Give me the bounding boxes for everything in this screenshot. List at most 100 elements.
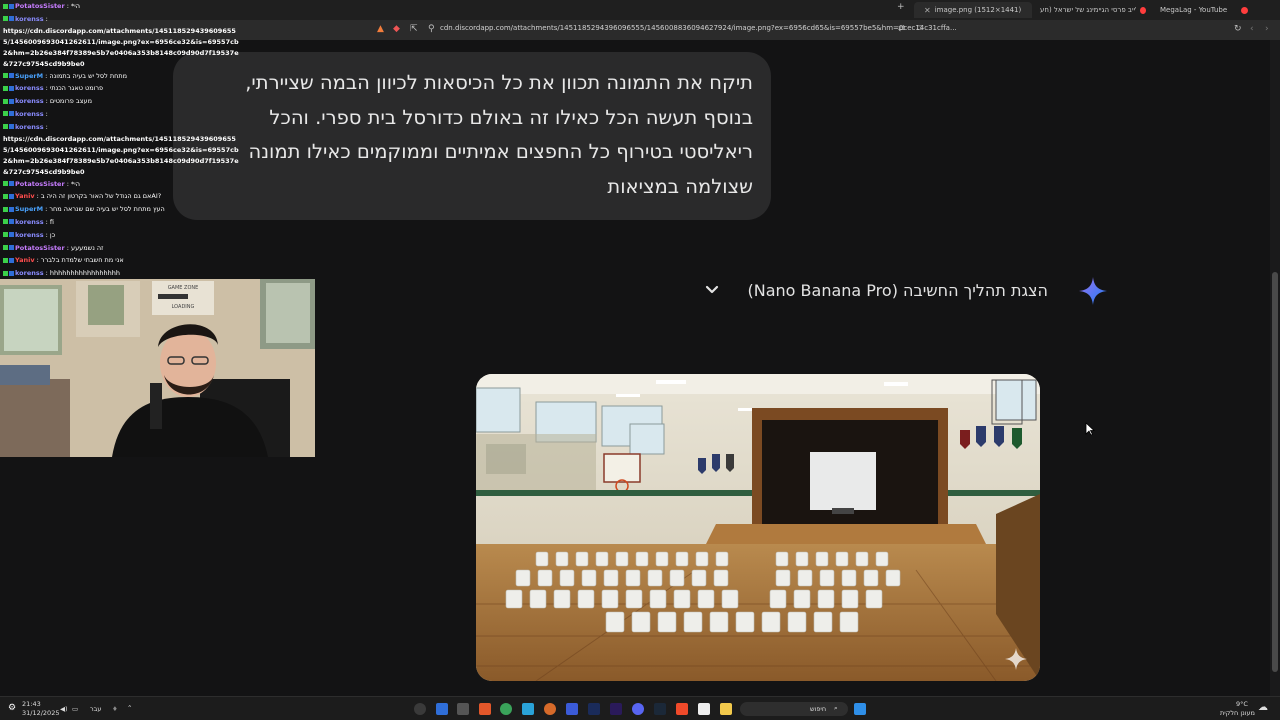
weather-temp[interactable]: 9°C xyxy=(1236,700,1248,708)
brave-icon[interactable]: ▲ xyxy=(377,24,384,34)
badge-icon xyxy=(3,111,8,117)
chat-message: SuperM : מתחת לסל יש בעיה בתמונה xyxy=(0,70,240,83)
app-3-icon[interactable] xyxy=(479,703,491,715)
chat-username[interactable]: korenss xyxy=(15,110,44,118)
badge-icon xyxy=(3,232,8,238)
tab-title: MegaLag - YouTube xyxy=(1160,6,1228,14)
youtube-icon xyxy=(1241,6,1249,14)
app-calendar-icon[interactable] xyxy=(698,703,710,715)
chat-separator: : xyxy=(43,109,48,118)
bookmark-icon[interactable]: ⌑ xyxy=(917,24,922,34)
chat-username[interactable]: SuperM xyxy=(15,72,43,80)
site-info-icon[interactable]: ⚲ xyxy=(428,24,435,34)
badge-icon xyxy=(3,3,8,9)
chat-username[interactable]: korenss xyxy=(15,15,44,23)
chat-username[interactable]: korenss xyxy=(15,231,44,239)
chat-username[interactable]: korenss xyxy=(15,123,44,131)
chat-username[interactable]: PotatosSister xyxy=(15,180,65,188)
badge-icon xyxy=(9,124,14,130)
chat-text: כן xyxy=(49,230,56,239)
chat-message: korenss : פרומט טאגר הכנתי xyxy=(0,82,240,95)
app-aftereffects-icon[interactable] xyxy=(588,703,600,715)
youtube-icon xyxy=(1139,6,1146,14)
gym-illustration xyxy=(476,374,1040,681)
chat-username[interactable]: korenss xyxy=(15,97,44,105)
webcam-feed: GAME ZONE LOADING xyxy=(0,279,315,457)
windows-start-icon[interactable] xyxy=(854,703,866,715)
mic-icon[interactable]: ♦ xyxy=(112,705,118,713)
app-folder-icon[interactable] xyxy=(720,703,732,715)
generated-image[interactable] xyxy=(476,374,1040,681)
chat-message: korenss : מעצב פרומטים xyxy=(0,95,240,108)
app-1-icon[interactable] xyxy=(436,703,448,715)
chat-text: העץ מתחת לסל יש בעיה שם שנראה מחר xyxy=(49,205,165,214)
share-icon[interactable]: ⇱ xyxy=(410,24,418,34)
chat-message: korenss : xyxy=(0,108,240,121)
chat-separator: : xyxy=(43,14,48,23)
weather-icon[interactable]: ☁ xyxy=(1258,702,1268,713)
chat-text: https://cdn.discordapp.com/attachments/1… xyxy=(3,134,239,176)
mouse-cursor-icon xyxy=(1085,422,1095,436)
app-2-icon[interactable] xyxy=(457,703,469,715)
app-6-icon[interactable] xyxy=(544,703,556,715)
chat-username[interactable]: korenss xyxy=(15,84,44,92)
chat-username[interactable]: PotatosSister xyxy=(15,244,65,252)
badge-icon xyxy=(3,16,8,22)
chat-text: הי* xyxy=(71,179,80,188)
badge-icon xyxy=(9,98,14,104)
close-icon[interactable]: ✕ xyxy=(924,6,931,15)
badge-icon xyxy=(3,85,8,91)
forward-icon[interactable]: › xyxy=(1265,24,1269,34)
chat-message: SuperM : העץ מתחת לסל יש בעיה שם שנראה מ… xyxy=(0,203,240,216)
chat-username[interactable]: korenss xyxy=(15,218,44,226)
app-brave-icon[interactable] xyxy=(676,703,688,715)
app-7-icon[interactable] xyxy=(566,703,578,715)
url-field[interactable]: cdn.discordapp.com/attachments/145118529… xyxy=(440,24,957,32)
tab-image[interactable]: ✕ image.png (1512×1441) xyxy=(914,2,1032,18)
app-discord-icon[interactable] xyxy=(632,703,644,715)
tab-live[interactable]: לייב פרסי הגיימינג של ישראל (חע... xyxy=(1040,2,1150,18)
translate-icon[interactable]: ⇄ xyxy=(898,24,906,34)
app-5-icon[interactable] xyxy=(522,703,534,715)
back-icon[interactable]: ‹ xyxy=(1250,24,1254,34)
badge-icon xyxy=(3,193,8,199)
clock-time[interactable]: 21:43 xyxy=(22,700,41,708)
volume-icon[interactable]: ◀) xyxy=(60,705,68,713)
new-tab-icon[interactable]: + xyxy=(897,2,905,12)
chat-message: PotatosSister : הי* xyxy=(0,0,240,13)
chat-username[interactable]: Yaniv xyxy=(15,192,35,200)
language-indicator[interactable]: עבר xyxy=(90,705,102,713)
badge-icon xyxy=(9,270,14,276)
tray-expand-icon[interactable]: ⌃ xyxy=(127,704,132,712)
user-message-bubble: תיקח את התמונה תכוון את כל הכיסאות לכיוו… xyxy=(173,52,771,220)
app-premiere-icon[interactable] xyxy=(610,703,622,715)
gemini-sparkle-icon xyxy=(1079,277,1107,305)
badge-icon xyxy=(3,98,8,104)
chat-text: הי* xyxy=(71,2,80,10)
tab-megalag[interactable]: MegaLag - YouTube xyxy=(1160,2,1260,18)
chat-message: https://cdn.discordapp.com/attachments/1… xyxy=(0,134,240,178)
reload-icon[interactable]: ↻ xyxy=(1234,24,1242,34)
settings-icon[interactable]: ⚙ xyxy=(8,703,20,715)
scrollbar-thumb[interactable] xyxy=(1272,272,1278,672)
weather-desc[interactable]: מעונן חלקית xyxy=(1220,709,1255,717)
chat-username[interactable]: korenss xyxy=(15,269,44,277)
badge-icon xyxy=(3,124,8,130)
shield-icon[interactable]: ◆ xyxy=(393,24,400,34)
chat-username[interactable]: SuperM xyxy=(15,205,43,213)
app-steam-icon[interactable] xyxy=(654,703,666,715)
network-icon[interactable]: ▭ xyxy=(72,705,78,713)
app-4-icon[interactable] xyxy=(500,703,512,715)
badge-icon xyxy=(3,270,8,276)
badge-icon xyxy=(9,257,14,263)
thinking-toggle[interactable]: הצגת תהליך החשיבה (Nano Banana Pro) xyxy=(700,277,1120,305)
chat-username[interactable]: Yaniv xyxy=(15,256,35,264)
badge-icon xyxy=(9,206,14,212)
chat-message: PotatosSister : הי* xyxy=(0,178,240,191)
clock-date[interactable]: 31/12/2025 xyxy=(22,709,59,717)
chat-username[interactable]: PotatosSister xyxy=(15,2,65,10)
taskbar-search[interactable]: חיפוש ⌕ xyxy=(740,702,848,716)
webcam-illustration: GAME ZONE LOADING xyxy=(0,279,315,457)
app-obs-icon[interactable] xyxy=(414,703,426,715)
badge-icon xyxy=(3,73,8,79)
